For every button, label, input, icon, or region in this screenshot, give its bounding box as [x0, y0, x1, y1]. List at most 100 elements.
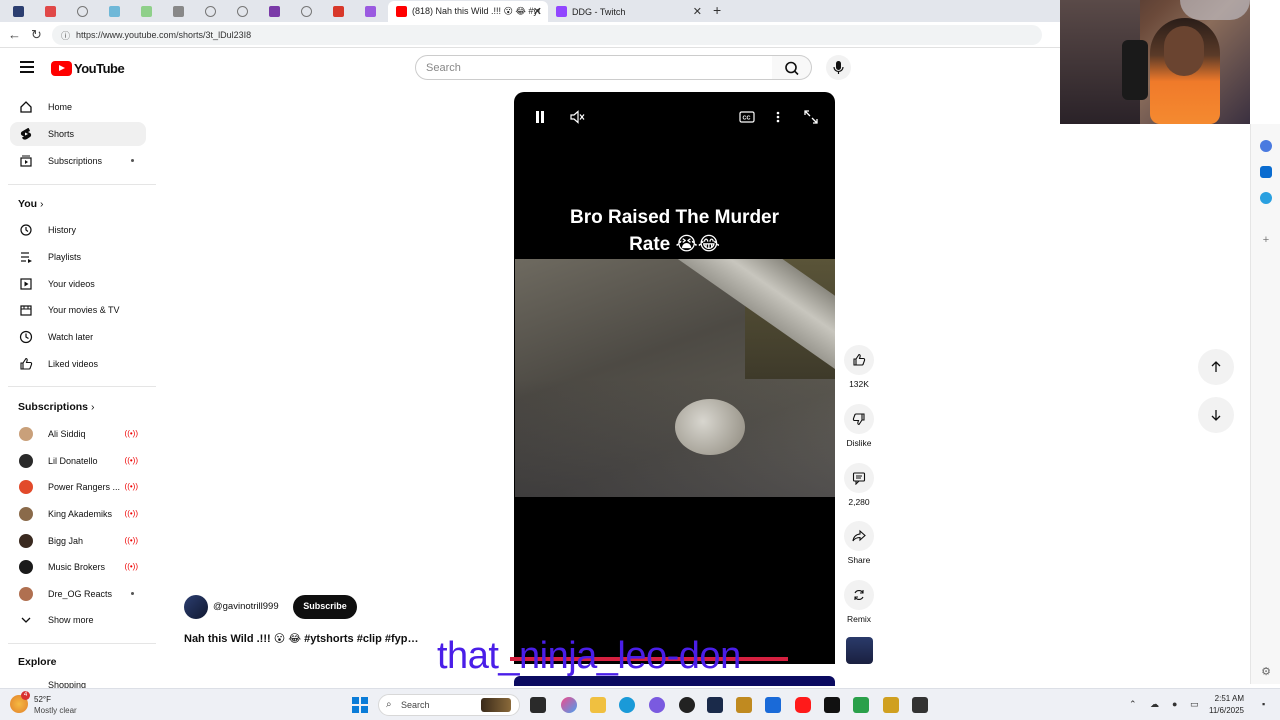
channel-handle[interactable]: @gavinotrill999: [213, 601, 279, 612]
youtube-play-icon: [51, 60, 72, 76]
channel-avatar[interactable]: [184, 595, 208, 619]
back-icon[interactable]: ←: [8, 27, 21, 42]
mute-icon[interactable]: [570, 110, 586, 127]
you-section-heading[interactable]: You ›: [18, 198, 43, 210]
sidebar-item-home[interactable]: Home: [10, 95, 146, 119]
sidebar-item-subscription[interactable]: Lil Donatello ((•)): [10, 449, 146, 473]
sidebar-item-watch-later[interactable]: Watch later: [10, 325, 146, 349]
xbox-icon[interactable]: [853, 697, 869, 713]
thumbs-down-icon: [844, 404, 874, 434]
app-icon[interactable]: [912, 697, 928, 713]
copilot-app-icon[interactable]: [561, 697, 577, 713]
close-icon[interactable]: ✕: [693, 5, 702, 18]
rockstar-icon[interactable]: [736, 697, 752, 713]
comments-button[interactable]: 2,280: [838, 463, 880, 507]
sidebar-item-subscription[interactable]: Power Rangers ... ((•)): [10, 475, 146, 499]
windows-start-icon[interactable]: [352, 697, 368, 713]
sidebar-item-liked-videos[interactable]: Liked videos: [10, 352, 146, 376]
sidebar-item-subscription[interactable]: King Akademiks ((•)): [10, 502, 146, 526]
sidebar-item-your-videos[interactable]: Your videos: [10, 272, 146, 296]
pinned-tab[interactable]: [100, 3, 128, 19]
tiktok-icon[interactable]: [824, 697, 840, 713]
next-short-button[interactable]: [1198, 397, 1234, 433]
sidebar-item-history[interactable]: History: [10, 218, 146, 242]
clock-time[interactable]: 2:51 AM: [1200, 694, 1244, 703]
youtube-app-icon[interactable]: [795, 697, 811, 713]
sidebar-item-subscription[interactable]: Bigg Jah ((•)): [10, 529, 146, 553]
clock-date[interactable]: 11/6/2025: [1200, 706, 1244, 715]
pinned-tab[interactable]: [260, 3, 288, 19]
share-icon: [844, 521, 874, 551]
captions-icon[interactable]: CC: [739, 110, 755, 127]
tab-twitch[interactable]: DDG - Twitch ✕: [548, 1, 708, 22]
explore-heading: Explore: [18, 656, 57, 668]
more-options-icon[interactable]: [776, 110, 780, 127]
avatar: [19, 587, 33, 601]
sidebar-item-shorts[interactable]: Shorts: [10, 122, 146, 146]
sidebar-item-subscription[interactable]: Music Brokers ((•)): [10, 555, 146, 579]
sidebar-item-subscriptions[interactable]: Subscriptions: [10, 149, 146, 173]
remix-button[interactable]: Remix: [838, 580, 880, 624]
browser-side-panel: + ⚙: [1250, 124, 1280, 684]
close-icon[interactable]: ✕: [533, 5, 542, 18]
edge-browser-icon[interactable]: [619, 697, 635, 713]
task-view-icon[interactable]: [530, 697, 546, 713]
hamburger-menu-icon[interactable]: [20, 61, 34, 73]
sidebar-item-subscription[interactable]: Ali Siddiq ((•)): [10, 422, 146, 446]
previous-short-button[interactable]: [1198, 349, 1234, 385]
search-highlight-image: [481, 698, 511, 712]
voice-search-button[interactable]: [826, 55, 851, 80]
pinned-tab[interactable]: [132, 3, 160, 19]
subscribe-button[interactable]: Subscribe: [293, 595, 357, 619]
site-info-icon[interactable]: ⓘ: [61, 29, 70, 42]
pinned-tab[interactable]: [196, 3, 224, 19]
sidebar-item-playlists[interactable]: Playlists: [10, 245, 146, 269]
file-explorer-icon[interactable]: [590, 697, 606, 713]
sidebar-item-shopping[interactable]: Shopping: [10, 676, 146, 688]
new-tab-icon[interactable]: +: [713, 2, 721, 18]
pinned-tab[interactable]: [228, 3, 256, 19]
video-frame: [515, 259, 835, 497]
tab-youtube[interactable]: (818) Nah this Wild .!!! 😮 😂 #yt ✕: [388, 1, 548, 22]
taskbar-search-input[interactable]: ⌕ Search: [378, 694, 520, 716]
pinned-tab[interactable]: [68, 3, 96, 19]
outlook-icon[interactable]: [1260, 166, 1272, 178]
like-button[interactable]: 132K: [838, 345, 880, 389]
youtube-logo[interactable]: YouTube: [51, 60, 125, 76]
sidebar-item-subscription[interactable]: Dre_OG Reacts: [10, 582, 146, 606]
microsoft-store-icon[interactable]: [765, 697, 781, 713]
search-button[interactable]: [772, 55, 812, 80]
sidebar-show-more[interactable]: Show more: [10, 608, 146, 632]
pinned-tab[interactable]: [292, 3, 320, 19]
subscriptions-section-heading[interactable]: Subscriptions ›: [18, 401, 94, 413]
obs-icon[interactable]: [679, 697, 695, 713]
dislike-button[interactable]: Dislike: [838, 404, 880, 448]
cloud-icon[interactable]: ☁: [1150, 699, 1160, 709]
settings-gear-icon[interactable]: ⚙: [1260, 666, 1272, 678]
app-tray-icon[interactable]: ●: [1172, 699, 1182, 709]
pinned-tab[interactable]: [356, 3, 384, 19]
pinned-tab[interactable]: [4, 3, 32, 19]
rockstar-launcher-icon[interactable]: [883, 697, 899, 713]
sidebar-item-movies[interactable]: Your movies & TV: [10, 298, 146, 322]
telegram-icon[interactable]: [1260, 192, 1272, 204]
fullscreen-icon[interactable]: [804, 110, 818, 127]
notifications-icon[interactable]: ▪: [1262, 699, 1272, 709]
pinned-tab[interactable]: [36, 3, 64, 19]
pause-icon[interactable]: [534, 110, 546, 127]
steam-icon[interactable]: [707, 697, 723, 713]
add-icon[interactable]: +: [1260, 234, 1272, 246]
reload-icon[interactable]: ↻: [31, 27, 42, 43]
video-description[interactable]: Nah this Wild .!!! 😮 😂 #ytshorts #clip #…: [184, 632, 418, 645]
url-input[interactable]: ⓘ https://www.youtube.com/shorts/3t_lDul…: [52, 25, 1042, 45]
network-icon[interactable]: ▭: [1190, 699, 1200, 709]
shorts-video-player[interactable]: CC Bro Raised The Murder Rate 😭😂: [514, 92, 835, 664]
discord-icon[interactable]: [649, 697, 665, 713]
chevron-up-icon[interactable]: ⌃: [1129, 699, 1139, 709]
search-input[interactable]: Search: [415, 55, 773, 80]
share-button[interactable]: Share: [838, 521, 880, 565]
sound-thumbnail[interactable]: [846, 637, 873, 664]
copilot-icon[interactable]: [1260, 140, 1272, 152]
pinned-tab[interactable]: [164, 3, 192, 19]
pinned-tab[interactable]: [324, 3, 352, 19]
